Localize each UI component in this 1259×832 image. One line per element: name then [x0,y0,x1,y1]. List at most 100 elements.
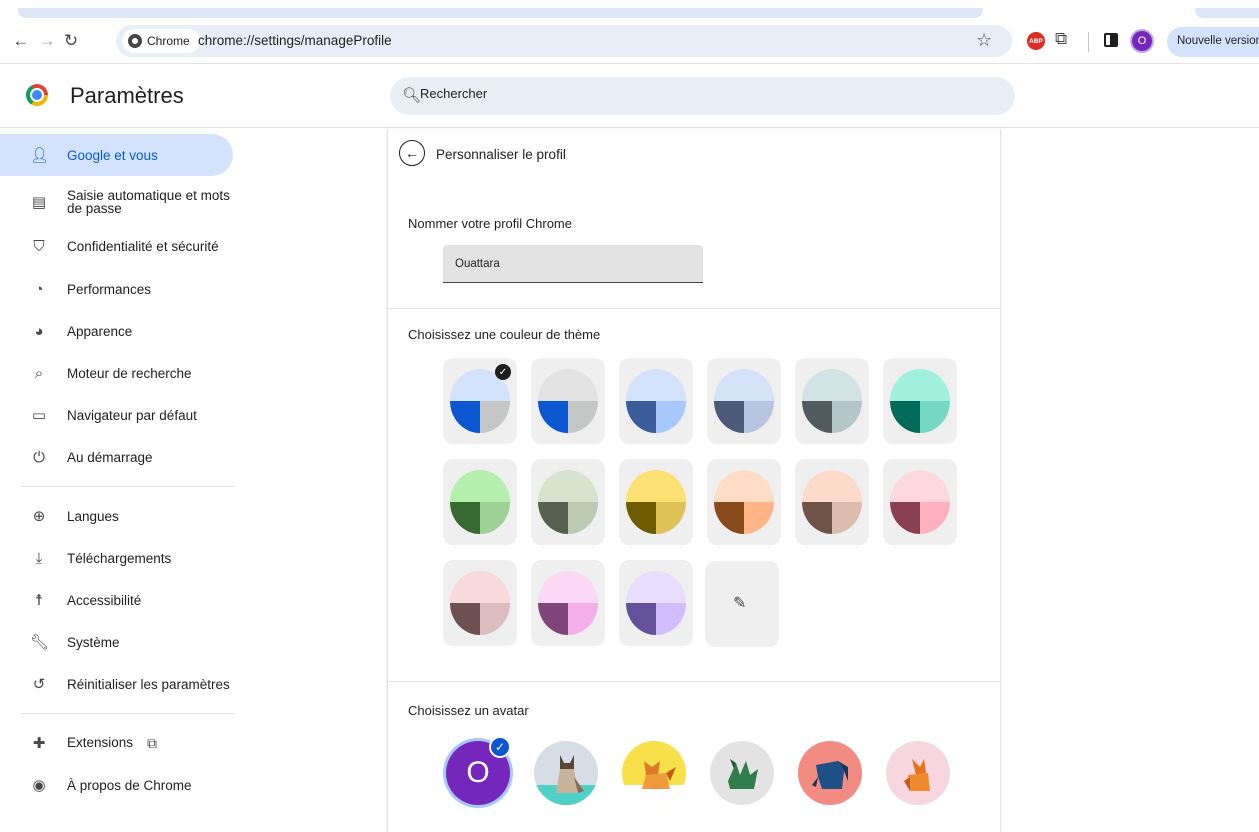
address-bar[interactable]: Chrome chrome://settings/manageProfile ☆ [116,25,1012,57]
sidebar-item-on-startup[interactable]: ⏻ Au démarrage [0,436,233,478]
theme-preview-circle [626,571,686,635]
new-version-button[interactable]: Nouvelle version [1167,27,1259,57]
profile-name-input[interactable] [443,245,703,283]
browser-toolbar: ← → ↻ Chrome chrome://settings/managePro… [0,20,1259,64]
theme-preview-part [626,401,656,433]
theme-preview-part [714,369,774,401]
sidebar-item-autofill[interactable]: ▤ Saisie automatique et mots de passe [0,181,233,223]
profile-name-label: Nommer votre profil Chrome [408,216,572,231]
theme-preview-part [568,603,598,635]
globe-icon: ⊕ [32,508,46,525]
sidebar-item-label: Au démarrage [67,449,153,465]
bookmark-star-icon[interactable]: ☆ [976,30,992,51]
sidebar-divider [20,713,235,714]
sidebar-item-label: Moteur de recherche [67,365,192,381]
speedometer-icon: ◔ [34,280,44,298]
sidebar-item-system[interactable]: 🔧︎ Système [0,621,233,663]
theme-color-label: Choisissez une couleur de thème [408,327,601,342]
theme-swatch[interactable] [707,358,781,444]
sidebar-item-about-chrome[interactable]: ◉ À propos de Chrome [0,764,233,806]
card-title: Personnaliser le profil [436,147,566,162]
adblock-extension-icon[interactable]: ABP [1027,32,1045,50]
sidebar-item-downloads[interactable]: ⤓ Téléchargements [0,537,233,579]
origami-dragon-icon [728,759,758,789]
sidebar-item-languages[interactable]: ⊕ Langues [0,495,233,537]
search-input[interactable] [420,86,980,101]
theme-swatch[interactable] [443,459,517,545]
reload-icon[interactable]: ↻ [60,30,82,52]
avatar-fox[interactable] [622,741,686,805]
back-button[interactable]: ← [399,140,425,166]
theme-preview-part [714,401,744,433]
avatar-elephant[interactable] [798,741,862,805]
shield-icon: ⛉ [33,237,45,255]
sidebar-item-accessibility[interactable]: ☨ Accessibilité [0,579,233,621]
sidebar-item-google-et-vous[interactable]: 👤︎ Google et vous [0,134,233,176]
theme-swatch[interactable] [883,459,957,545]
settings-search[interactable]: 🔍︎ [390,77,1015,115]
theme-swatch[interactable] [619,459,693,545]
clipboard-icon: ▤ [31,194,47,211]
sidebar-item-extensions[interactable]: ✚ Extensions ⧉ [0,722,233,764]
sidebar-item-appearance[interactable]: ◕ Apparence [0,310,233,352]
extensions-label: Extensions [67,735,134,751]
theme-swatch[interactable] [883,358,957,444]
theme-swatch[interactable] [619,560,693,646]
theme-preview-part [626,470,686,502]
origami-elephant-icon [812,761,848,789]
theme-preview-part [832,502,862,534]
theme-swatch[interactable] [619,358,693,444]
site-info-chip[interactable]: Chrome [122,29,200,53]
theme-swatch[interactable] [795,459,869,545]
sidebar-item-label: Apparence [67,323,133,339]
back-arrow-icon[interactable]: ← [10,30,32,52]
sidebar-item-search-engine[interactable]: ⌕ Moteur de recherche [0,352,233,394]
theme-swatch[interactable] [531,459,605,545]
sidebar-item-label: Navigateur par défaut [67,407,197,423]
custom-color-swatch[interactable]: ✎ [705,561,779,647]
theme-preview-circle [626,470,686,534]
browser-window-icon: ▭ [31,407,47,424]
selected-check-icon: ✓ [495,364,511,380]
theme-preview-part [744,401,774,433]
active-tab[interactable] [18,8,983,18]
back-arrow-icon: ← [405,145,419,161]
url-text[interactable]: chrome://settings/manageProfile [198,33,392,48]
avatar-origami-fox-orange[interactable] [886,741,950,805]
theme-preview-part [656,401,686,433]
theme-preview-part [626,502,656,534]
sidebar-item-privacy[interactable]: ⛉ Confidentialité et sécurité [0,225,233,267]
theme-preview-part [890,401,920,433]
search-icon: 🔍︎ [402,87,422,104]
theme-swatch[interactable] [707,459,781,545]
theme-swatch[interactable] [795,358,869,444]
page-title: Paramètres [70,83,184,108]
power-icon: ⏻ [33,448,45,466]
person-icon: 👤︎ [30,147,50,164]
sidebar-item-default-browser[interactable]: ▭ Navigateur par défaut [0,394,233,436]
sidebar-item-performance[interactable]: ◔ Performances [0,268,233,310]
theme-preview-part [450,401,480,433]
tab-strip [0,0,1259,20]
tab-edge [1195,8,1259,18]
theme-preview-part [450,502,480,534]
wrench-icon: 🔧︎ [30,634,50,651]
theme-preview-part [656,603,686,635]
theme-preview-part [802,502,832,534]
sidebar-item-label: Système [67,634,120,650]
avatar-dragon[interactable] [710,741,774,805]
eyedropper-icon: ✎ [733,595,747,612]
download-icon: ⤓ [35,549,43,567]
theme-preview-part [920,502,950,534]
theme-swatch[interactable] [531,358,605,444]
avatar-cat[interactable] [534,741,598,805]
sidebar-item-reset[interactable]: ↺ Réinitialiser les paramètres [0,663,233,705]
theme-preview-part [568,401,598,433]
theme-swatch[interactable]: ✓ [443,358,517,444]
forward-arrow-icon[interactable]: → [36,30,58,52]
theme-swatch[interactable] [531,560,605,646]
profile-avatar-button[interactable]: O [1132,31,1152,51]
side-panel-icon[interactable] [1104,33,1118,47]
theme-swatch[interactable] [443,560,517,646]
extensions-puzzle-icon[interactable]: ⧉ [1055,29,1067,49]
